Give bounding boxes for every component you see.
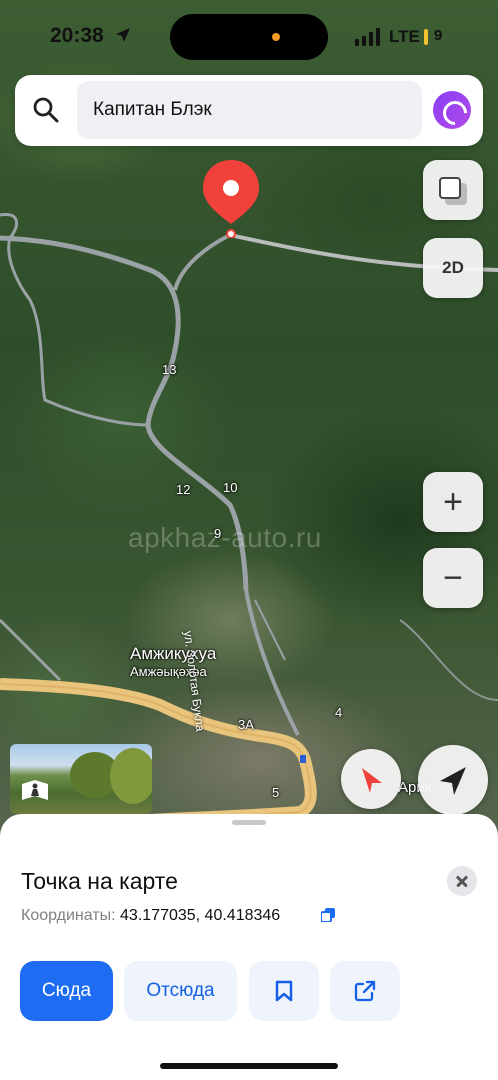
map-pin-icon[interactable] [201,158,261,238]
coordinates-value[interactable]: 43.177035, 40.418346 [120,907,280,924]
house-number-label: 12 [176,482,191,497]
house-number-label: 4 [335,705,343,720]
location-arrow-icon [116,28,130,42]
place-name: Амжикухуа [130,644,217,663]
status-bar: 20:38 LTE 9 [0,0,498,74]
close-button[interactable] [447,866,477,896]
my-location-button[interactable] [418,745,488,815]
search-bar [15,75,483,146]
coordinates: Координаты: 43.177035, 40.418346 [21,907,280,925]
search-icon[interactable] [32,96,60,124]
copy-icon[interactable] [321,908,335,922]
house-number-label: 10 [223,480,238,495]
bookmark-icon [275,980,293,1002]
house-number-label: 9 [214,526,222,541]
bookmark-button[interactable] [249,961,319,1021]
layers-icon-front [439,177,461,199]
place-card-sheet: Точка на карте Координаты: 43.177035, 40… [0,814,498,1080]
place-name-alt: Амжәықәхәа [130,664,207,679]
view-mode-button[interactable]: 2D [423,238,483,298]
status-time: 20:38 [50,24,104,47]
route-from-button[interactable]: Отсюда [124,961,237,1021]
house-number-label: 13 [162,362,177,377]
signal-icon [355,28,380,46]
home-indicator [160,1063,338,1069]
battery-level: 9 [434,27,443,44]
share-icon [354,980,376,1002]
watermark: apkhaz-auto.ru [128,522,322,553]
privacy-indicator [272,33,280,41]
zoom-out-button[interactable]: − [423,548,483,608]
sheet-title: Точка на карте [21,868,178,894]
house-number-label: 5 [272,785,280,800]
alice-icon[interactable] [433,91,471,129]
dynamic-island [170,14,328,60]
network-type: LTE [389,27,420,46]
panorama-icon [22,780,48,800]
sheet-grabber[interactable] [232,820,266,825]
panorama-preview[interactable] [10,744,152,814]
compass-button[interactable] [341,749,401,809]
place-label: Амжикухуа Амжәықәхәа [130,644,216,679]
layers-button[interactable] [423,160,483,220]
house-number-label: 3A [238,717,254,732]
compass-icon [362,768,382,793]
route-here-button[interactable]: Сюда [20,961,113,1021]
navigation-arrow-icon [440,767,466,795]
search-input[interactable] [77,81,422,139]
battery-icon: 9 [424,27,454,46]
zoom-in-button[interactable]: + [423,472,483,532]
battery-bar [424,29,428,45]
coordinates-label: Координаты: [21,907,116,924]
share-button[interactable] [330,961,400,1021]
panorama-tree [110,748,152,804]
